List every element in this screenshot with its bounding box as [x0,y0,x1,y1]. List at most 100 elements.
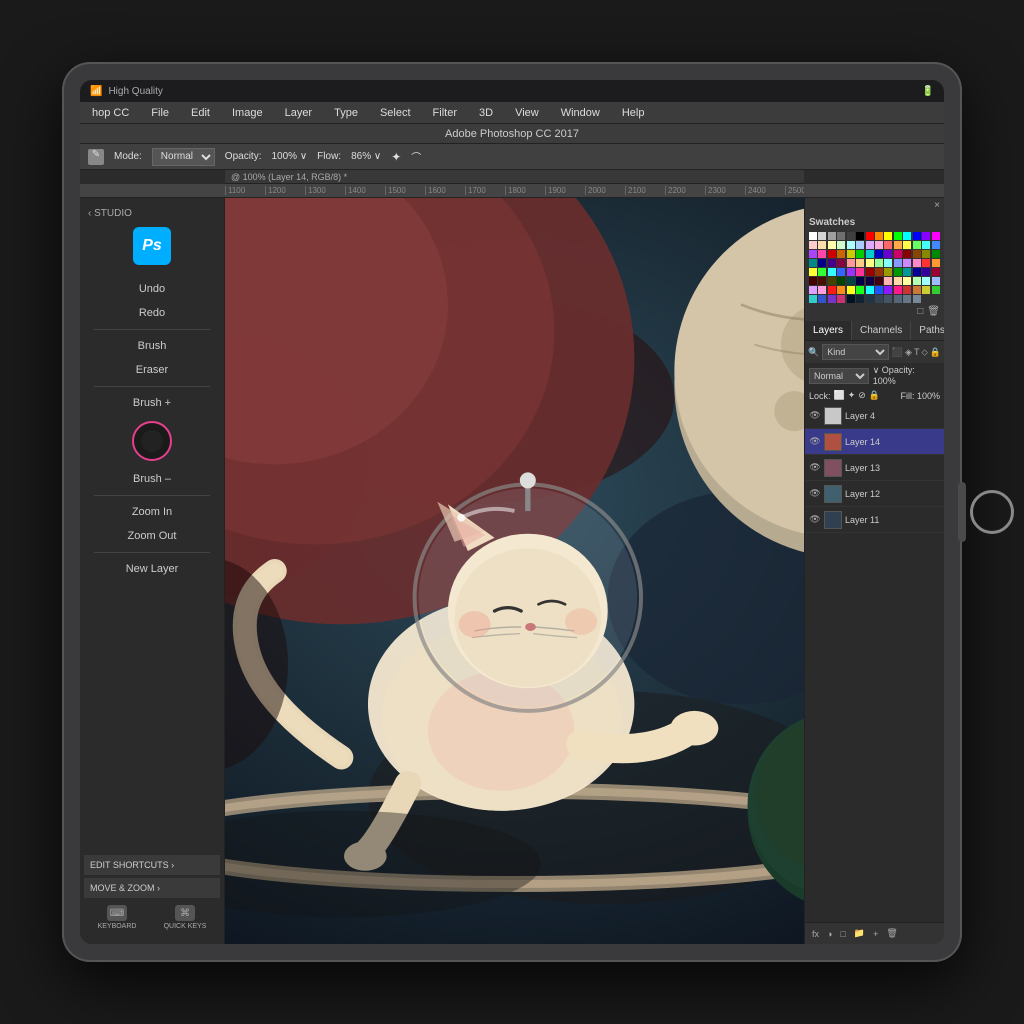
menu-item-hopcc[interactable]: hop CC [88,105,133,121]
menu-item-help[interactable]: Help [618,105,649,121]
color-swatch[interactable] [837,241,845,249]
color-swatch[interactable] [922,268,930,276]
color-swatch[interactable] [903,295,911,303]
color-swatch[interactable] [932,268,940,276]
color-swatch[interactable] [828,259,836,267]
airbrush-icon[interactable]: ✦ [391,150,401,164]
lock-artboard-icon[interactable]: ⊘ [858,390,866,401]
color-swatch[interactable] [809,259,817,267]
layer-visibility-icon[interactable]: 👁 [809,488,821,500]
color-swatch[interactable] [922,250,930,258]
color-swatch[interactable] [884,277,892,285]
color-swatch[interactable] [894,250,902,258]
color-swatch[interactable] [894,286,902,294]
color-swatch[interactable] [818,241,826,249]
color-swatch[interactable] [866,286,874,294]
color-swatch[interactable] [913,259,921,267]
color-swatch[interactable] [809,268,817,276]
color-swatch[interactable] [884,241,892,249]
menu-item-type[interactable]: Type [330,105,362,121]
color-swatch[interactable] [884,250,892,258]
color-swatch[interactable] [875,232,883,240]
layer-visibility-icon[interactable]: 👁 [809,436,821,448]
menu-item-layer[interactable]: Layer [281,105,317,121]
filter-shape-icon[interactable]: ⬦ [921,347,927,358]
menu-item-3d[interactable]: 3D [475,105,497,121]
color-swatch[interactable] [894,268,902,276]
layer-new-button[interactable]: + [870,926,881,941]
menu-item-file[interactable]: File [147,105,173,121]
color-swatch[interactable] [884,286,892,294]
color-swatch[interactable] [913,286,921,294]
filter-adjust-icon[interactable]: ◈ [905,347,912,358]
lock-position-icon[interactable]: ✦ [848,390,856,401]
color-swatch[interactable] [894,295,902,303]
eraser-button[interactable]: Eraser [80,358,224,382]
color-swatch[interactable] [818,232,826,240]
color-swatch[interactable] [922,241,930,249]
menu-item-filter[interactable]: Filter [429,105,461,121]
color-swatch[interactable] [884,295,892,303]
color-swatch[interactable] [818,277,826,285]
layer-visibility-icon[interactable]: 👁 [809,410,821,422]
color-swatch[interactable] [884,259,892,267]
color-swatch[interactable] [866,277,874,285]
canvas-area[interactable] [225,198,804,944]
color-swatch[interactable] [884,232,892,240]
layer-row[interactable]: 👁Layer 12 [805,481,944,507]
color-swatch[interactable] [847,232,855,240]
color-swatch[interactable] [913,268,921,276]
color-swatch[interactable] [866,268,874,276]
quick-keys-button[interactable]: ⌘ QUICK KEYS [164,905,207,930]
zoom-out-button[interactable]: Zoom Out [80,524,224,548]
blend-mode-select[interactable]: Normal [809,368,869,384]
lock-pixels-icon[interactable]: ⬜ [834,390,845,401]
color-swatch[interactable] [875,277,883,285]
color-swatch[interactable] [837,268,845,276]
zoom-in-button[interactable]: Zoom In [80,500,224,524]
color-swatch[interactable] [856,259,864,267]
color-swatch[interactable] [913,250,921,258]
color-swatch[interactable] [837,232,845,240]
layer-delete-button[interactable]: 🗑 [883,926,900,941]
keyboard-button[interactable]: ⌨ KEYBOARD [98,905,137,930]
color-swatch[interactable] [828,268,836,276]
color-swatch[interactable] [932,241,940,249]
color-swatch[interactable] [828,232,836,240]
filter-pixel-icon[interactable]: ⬛ [892,347,903,358]
color-swatch[interactable] [932,277,940,285]
menu-item-view[interactable]: View [511,105,543,121]
color-swatch[interactable] [828,286,836,294]
home-button[interactable] [970,490,1014,534]
color-swatch[interactable] [903,250,911,258]
move-zoom-button[interactable]: MOVE & ZOOM › [84,878,220,898]
tab-channels[interactable]: Channels [852,321,911,340]
menu-item-image[interactable]: Image [228,105,267,121]
menu-item-edit[interactable]: Edit [187,105,214,121]
menu-item-select[interactable]: Select [376,105,415,121]
color-swatch[interactable] [828,241,836,249]
layer-visibility-icon[interactable]: 👁 [809,462,821,474]
color-swatch[interactable] [809,241,817,249]
color-swatch[interactable] [847,277,855,285]
color-swatch[interactable] [809,277,817,285]
color-swatch[interactable] [866,232,874,240]
brush-button[interactable]: Brush [80,334,224,358]
color-swatch[interactable] [922,286,930,294]
color-swatch[interactable] [837,286,845,294]
color-swatch[interactable] [828,295,836,303]
color-swatch[interactable] [913,295,921,303]
layer-fx-button[interactable]: fx [809,926,822,941]
color-swatch[interactable] [837,277,845,285]
swatches-delete-icon[interactable]: 🗑 [927,306,940,317]
opacity-value[interactable]: 100% ∨ [271,151,307,162]
color-swatch[interactable] [932,232,940,240]
smoothing-icon[interactable]: ⌒ [411,149,421,164]
color-swatch[interactable] [932,250,940,258]
tab-layers[interactable]: Layers [805,321,852,340]
filter-type-icon[interactable]: T [914,347,920,358]
color-swatch[interactable] [856,295,864,303]
layer-group-button[interactable]: 📁 [851,926,868,941]
color-swatch[interactable] [809,232,817,240]
color-swatch[interactable] [894,232,902,240]
